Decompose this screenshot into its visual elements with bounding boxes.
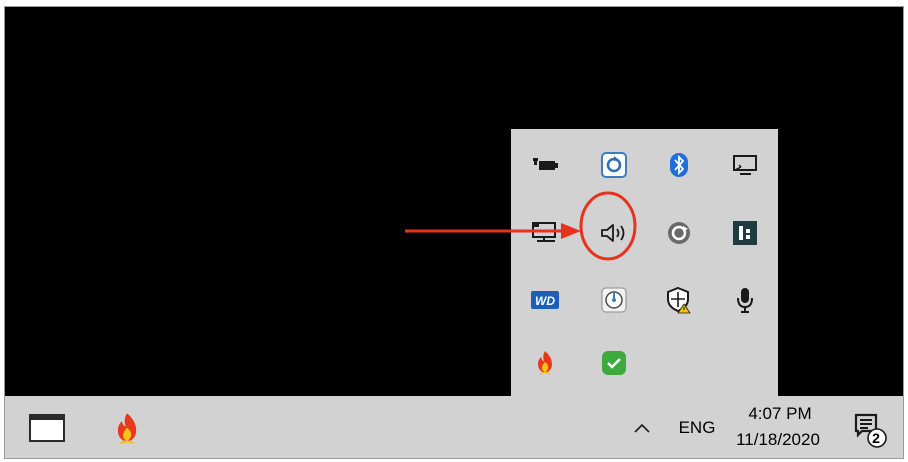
desktop-screen: WD ENG 4:07 PM 11/18/2020 2: [4, 6, 904, 459]
update-refresh-icon[interactable]: [663, 217, 695, 249]
taskbar: ENG 4:07 PM 11/18/2020 2: [5, 396, 903, 458]
flame-app-icon[interactable]: [529, 347, 561, 379]
tray-overflow-panel: WD: [511, 129, 778, 398]
green-check-app-icon[interactable]: [598, 347, 630, 379]
clock-date[interactable]: 11/18/2020: [723, 428, 833, 452]
language-indicator[interactable]: ENG: [673, 416, 721, 440]
microphone-icon[interactable]: [729, 284, 761, 316]
cloud-sync-icon[interactable]: [598, 149, 630, 181]
svg-text:WD: WD: [535, 294, 555, 308]
wd-icon[interactable]: WD: [529, 284, 561, 316]
notification-count-badge: 2: [872, 430, 880, 446]
clock-time[interactable]: 4:07 PM: [730, 402, 830, 426]
chevron-up-icon[interactable]: [630, 418, 654, 438]
security-shield-icon[interactable]: [663, 284, 695, 316]
disk-utility-icon[interactable]: [598, 284, 630, 316]
annotation-arrow: [405, 223, 581, 239]
dark-app-icon[interactable]: [729, 217, 761, 249]
display-projection-icon[interactable]: [729, 149, 761, 181]
battery-power-icon[interactable]: [529, 149, 561, 181]
annotation-circle: [579, 191, 637, 261]
taskbar-flame-app-icon[interactable]: [107, 410, 147, 448]
bluetooth-icon[interactable]: [663, 149, 695, 181]
task-view-icon[interactable]: [27, 410, 67, 446]
